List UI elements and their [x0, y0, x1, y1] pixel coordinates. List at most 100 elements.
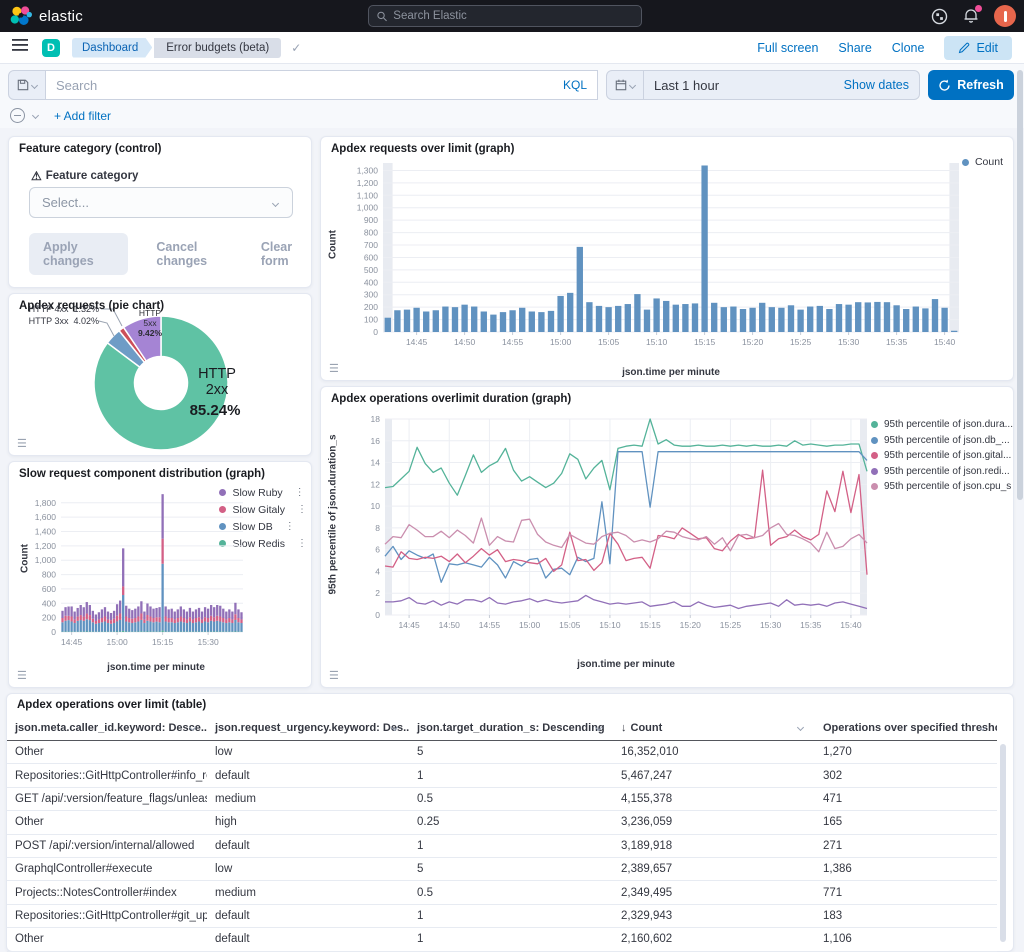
column-header-target-duration[interactable]: json.target_duration_s: Descending — [409, 715, 613, 740]
chevron-down-icon — [797, 724, 804, 731]
date-quick-select-button[interactable] — [606, 70, 644, 100]
kql-search-input[interactable] — [56, 78, 555, 93]
x-axis-title: json.time per minute — [385, 659, 867, 670]
brand-name: elastic — [39, 8, 83, 25]
edit-button[interactable]: Edit — [944, 36, 1012, 60]
cell-operations: 1,270 — [815, 741, 997, 763]
menu-hamburger-icon[interactable] — [12, 38, 28, 57]
user-avatar[interactable] — [994, 5, 1016, 27]
refresh-button[interactable]: Refresh — [928, 70, 1014, 100]
clone-button[interactable]: Clone — [892, 41, 925, 55]
svg-text:14:55: 14:55 — [502, 337, 524, 347]
svg-text:8: 8 — [375, 523, 380, 533]
elastic-logo[interactable]: elastic — [0, 5, 83, 27]
time-range-value[interactable]: Last 1 hour — [654, 78, 719, 93]
svg-text:15:25: 15:25 — [720, 620, 742, 630]
svg-text:1,200: 1,200 — [35, 541, 57, 551]
legend-item[interactable]: 95th percentile of json.redi... — [871, 464, 1013, 480]
kebab-menu-icon[interactable]: ⋮ — [285, 521, 295, 532]
table-row[interactable]: Other low 5 16,352,010 1,270 — [7, 741, 997, 764]
elastic-logo-icon — [10, 5, 32, 27]
kql-label[interactable]: KQL — [563, 78, 587, 92]
column-header-caller-id[interactable]: json.meta.caller_id.keyword: Desce... — [7, 715, 207, 740]
column-header-operations-over-threshold[interactable]: Operations over specified threshold... — [815, 715, 997, 740]
share-button[interactable]: Share — [838, 41, 871, 55]
table-row[interactable]: GraphqlController#execute low 5 2,389,65… — [7, 858, 997, 881]
y-axis-title: 95th percentile of json.duration_s — [328, 415, 339, 615]
panel-options-icon[interactable]: ☰ — [17, 439, 27, 450]
cell-count: 4,155,378 — [613, 788, 815, 810]
column-header-count[interactable]: ↓Count — [613, 715, 815, 740]
svg-text:400: 400 — [42, 598, 56, 608]
svg-text:900: 900 — [364, 215, 378, 225]
svg-text:1,300: 1,300 — [357, 165, 379, 175]
kql-search-field[interactable]: KQL — [46, 70, 598, 100]
cell-caller-id: Other — [7, 811, 207, 833]
page-scrollbar[interactable] — [1017, 70, 1023, 500]
panel-options-icon[interactable]: ☰ — [329, 671, 339, 682]
svg-text:500: 500 — [364, 265, 378, 275]
show-dates-button[interactable]: Show dates — [844, 78, 909, 92]
svg-text:1,800: 1,800 — [35, 498, 57, 508]
svg-text:16: 16 — [371, 436, 381, 446]
table-row[interactable]: Other default 1 2,160,602 1,106 — [7, 928, 997, 951]
svg-text:1,600: 1,600 — [35, 512, 57, 522]
column-header-request-urgency[interactable]: json.request_urgency.keyword: Des... — [207, 715, 409, 740]
breadcrumb-dashboard[interactable]: Dashboard — [72, 38, 152, 58]
cell-target-duration: 1 — [409, 905, 613, 927]
global-search[interactable] — [368, 5, 642, 27]
news-bell-icon[interactable] — [962, 7, 980, 25]
stacked-bar-chart: 02004006008001,0001,2001,4001,6001,80014… — [15, 488, 247, 660]
svg-text:14:45: 14:45 — [61, 637, 83, 647]
cell-count: 3,189,918 — [613, 835, 815, 857]
legend-item[interactable]: 95th percentile of json.cpu_s — [871, 479, 1013, 495]
global-search-input[interactable] — [393, 10, 633, 22]
time-range-picker[interactable]: Last 1 hour Show dates — [644, 70, 920, 100]
svg-text:100: 100 — [364, 315, 378, 325]
svg-text:15:20: 15:20 — [680, 620, 702, 630]
kebab-menu-icon[interactable]: ⋮ — [297, 504, 307, 515]
legend-item[interactable]: 95th percentile of json.dura... — [871, 417, 1013, 433]
feature-category-select[interactable]: Select... — [29, 187, 293, 218]
panel-options-icon[interactable]: ☰ — [17, 671, 27, 682]
cell-urgency: medium — [207, 788, 409, 810]
svg-text:15:05: 15:05 — [559, 620, 581, 630]
cell-target-duration: 5 — [409, 741, 613, 763]
cell-urgency: high — [207, 811, 409, 833]
legend-item[interactable]: 95th percentile of json.db_... — [871, 433, 1013, 449]
search-icon — [377, 11, 387, 22]
svg-text:15:40: 15:40 — [840, 620, 862, 630]
cell-target-duration: 5 — [409, 858, 613, 880]
cell-caller-id: Other — [7, 741, 207, 763]
full-screen-button[interactable]: Full screen — [757, 41, 818, 55]
table-row[interactable]: Other high 0.25 3,236,059 165 — [7, 811, 997, 834]
clear-form-button[interactable]: Clear form — [261, 240, 311, 268]
cell-operations: 771 — [815, 881, 997, 903]
breadcrumb-current-page[interactable]: Error budgets (beta) — [154, 38, 281, 58]
table-row[interactable]: GET /api/:version/feature_flags/unleash.… — [7, 788, 997, 811]
cell-operations: 183 — [815, 905, 997, 927]
cell-target-duration: 1 — [409, 764, 613, 786]
panel-apdex-requests-over-limit: Apdex requests over limit (graph) Count … — [320, 136, 1014, 381]
cell-operations: 165 — [815, 811, 997, 833]
cancel-changes-button[interactable]: Cancel changes — [156, 240, 232, 268]
kebab-menu-icon[interactable]: ⋮ — [297, 538, 307, 549]
panel-feature-category-control: Feature category (control) ⚠ Feature cat… — [8, 136, 312, 288]
table-scrollbar[interactable] — [1000, 744, 1006, 942]
svg-text:1,100: 1,100 — [357, 190, 379, 200]
saved-query-button[interactable] — [8, 70, 46, 100]
table-row[interactable]: Repositories::GitHttpController#git_upl.… — [7, 905, 997, 928]
table-row[interactable]: POST /api/:version/internal/allowed defa… — [7, 835, 997, 858]
add-filter-button[interactable]: + Add filter — [54, 109, 111, 123]
table-row[interactable]: Repositories::GitHttpController#info_ref… — [7, 764, 997, 787]
filter-options-icon[interactable] — [10, 108, 25, 123]
apply-changes-button[interactable]: Apply changes — [29, 233, 128, 275]
deployment-icon[interactable] — [930, 7, 948, 25]
svg-text:12: 12 — [371, 479, 381, 489]
panel-options-icon[interactable]: ☰ — [329, 364, 339, 375]
kebab-menu-icon[interactable]: ⋮ — [295, 487, 305, 498]
legend-item[interactable]: 95th percentile of json.gital... — [871, 448, 1013, 464]
table-row[interactable]: Projects::NotesController#index medium 0… — [7, 881, 997, 904]
svg-text:4: 4 — [375, 566, 380, 576]
svg-text:18: 18 — [371, 414, 381, 424]
